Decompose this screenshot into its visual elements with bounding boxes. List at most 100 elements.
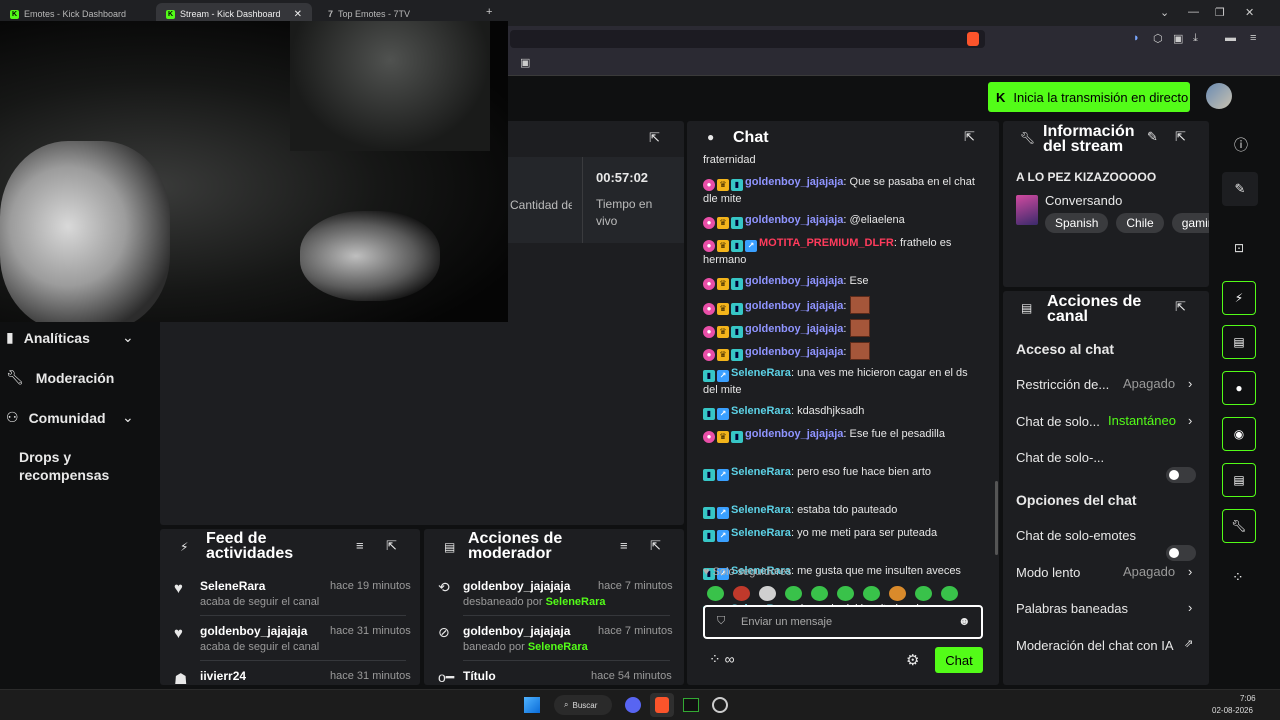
feed-item[interactable]: ☗ iivierr24 hace 31 minutos (160, 665, 420, 685)
badge-icon: ● (703, 217, 715, 229)
chat-username[interactable]: SeleneRara (731, 405, 791, 417)
tab-list-icon[interactable]: ⌄ (1160, 6, 1169, 19)
filter-icon[interactable]: ≡ (356, 538, 364, 553)
bookmark-icon[interactable]: ▣ (1173, 32, 1183, 45)
download-icon[interactable]: ⤓ (1193, 32, 1198, 45)
feed-item[interactable]: ♥ goldenboy_jajajaja hace 31 minutos acaba … (160, 620, 420, 664)
send-chat-button[interactable]: Chat (935, 647, 983, 673)
edit-icon[interactable]: ✎ (1147, 129, 1158, 145)
row-banned-words[interactable]: Palabras baneadas › (1016, 600, 1198, 618)
bookmark-item-icon[interactable]: ▣ (520, 56, 530, 69)
expand-icon[interactable]: ⇱ (964, 129, 975, 145)
chat-username[interactable]: goldenboy_jajajaja (745, 300, 843, 312)
emote-icon[interactable] (759, 586, 776, 601)
mod-action-item[interactable]: ⊘ goldenboy_jajajaja hace 7 minutos baneado… (424, 620, 684, 664)
emote-bar[interactable] (707, 586, 967, 604)
sidebar-item-community[interactable]: ⚇ Comunidad ⌄ (6, 409, 134, 426)
close-window-icon[interactable]: ✕ (1245, 6, 1254, 19)
chat-username[interactable]: goldenboy_jajajaja (745, 176, 843, 188)
badge-icon: ● (703, 349, 715, 361)
chat-username[interactable]: SeleneRara (731, 504, 791, 516)
tag-chip[interactable]: Chile (1116, 213, 1164, 233)
emote-icon[interactable] (915, 586, 932, 601)
camera-icon[interactable]: ⊡ (1234, 241, 1244, 255)
feed-item[interactable]: ♥ SeleneRara hace 19 minutos acaba de segui… (160, 575, 420, 619)
emote-icon[interactable] (837, 586, 854, 601)
filter-icon[interactable]: ≡ (620, 538, 628, 553)
moderator-name[interactable]: SeleneRara (528, 641, 588, 653)
emote-icon[interactable] (889, 586, 906, 601)
feed-time: hace 31 minutos (330, 625, 411, 637)
go-live-button[interactable]: K Inicia la transmisión en directo (988, 82, 1190, 112)
chat-username[interactable]: goldenboy_jajajaja (745, 214, 843, 226)
new-tab-icon[interactable]: + (486, 6, 492, 18)
chat-username[interactable]: SeleneRara (731, 527, 791, 539)
expand-icon[interactable]: ⇱ (1175, 299, 1186, 315)
chat-input-box[interactable]: ⛉ Enviar un mensaje ☻ (703, 605, 983, 639)
row-ai-moderation[interactable]: Moderación del chat con IA ⇗ (1016, 637, 1198, 655)
expand-icon[interactable]: ⇱ (650, 538, 661, 554)
kick-points-icon[interactable]: ⁘ (1232, 569, 1244, 586)
emote-icon[interactable] (863, 586, 880, 601)
notes-icon[interactable]: ▤ (1222, 325, 1256, 359)
chat-username[interactable]: SeleneRara (731, 466, 791, 478)
expand-icon[interactable]: ⇱ (386, 538, 397, 554)
chat-username[interactable]: MOTITA_PREMIUM_DLFR (759, 237, 894, 249)
sub-chat-toggle[interactable] (1166, 467, 1196, 483)
wallet-icon[interactable]: ▬ (1225, 32, 1236, 44)
emote-icon[interactable] (707, 586, 724, 601)
minimize-icon[interactable]: — (1188, 6, 1199, 18)
row-restriction[interactable]: Restricción de... Apagado › (1016, 376, 1198, 394)
stream-video-preview[interactable] (0, 21, 508, 322)
chat-input-placeholder[interactable]: Enviar un mensaje (741, 616, 832, 628)
obs-terminal-icon[interactable] (683, 698, 699, 712)
broadcast-icon[interactable]: ◉ (1222, 417, 1256, 451)
chat-username[interactable]: goldenboy_jajajaja (745, 275, 843, 287)
emote-icon[interactable] (733, 586, 750, 601)
avatar[interactable] (1206, 83, 1232, 109)
extensions-icon[interactable]: ⬡ (1153, 32, 1163, 45)
discord-icon[interactable] (625, 697, 641, 713)
sidebar-item-analytics[interactable]: ▮ Analíticas ⌄ (6, 329, 134, 346)
moderator-name[interactable]: SeleneRara (546, 596, 606, 608)
emote-only-toggle[interactable] (1166, 545, 1196, 561)
badge-icon: ▮ (731, 303, 743, 315)
info-icon[interactable]: ⓘ (1234, 135, 1248, 155)
sidebar-item-moderation[interactable]: 🔧︎ Moderación (6, 369, 114, 386)
chat-username[interactable]: goldenboy_jajajaja (745, 323, 843, 335)
emote-icon[interactable] (811, 586, 828, 601)
chat-icon[interactable]: ● (1222, 371, 1256, 405)
quick-actions-icon[interactable]: ⚡ (1222, 281, 1256, 315)
edit-panel-icon[interactable]: ✎ (1222, 172, 1258, 206)
taskbar-search[interactable]: ⌕ Buscar (554, 695, 612, 715)
mod-action-item[interactable]: ⟲ goldenboy_jajajaja hace 7 minutos desbane… (424, 575, 684, 619)
close-tab-icon[interactable]: ✕ (294, 9, 302, 20)
chat-username[interactable]: SeleneRara (731, 367, 791, 379)
emoji-picker-icon[interactable]: ☻ (958, 614, 971, 628)
mod-action-item[interactable]: o━ Título hace 54 minutos (424, 665, 684, 685)
expand-icon[interactable]: ⇱ (1175, 129, 1186, 145)
wrench-icon[interactable]: 🔧︎ (1222, 509, 1256, 543)
emote-icon[interactable] (785, 586, 802, 601)
row-slow-mode[interactable]: Modo lento Apagado › (1016, 564, 1198, 582)
brave-browser-icon[interactable] (655, 697, 669, 713)
tag-chip[interactable]: Spanish (1045, 213, 1109, 233)
emote-icon[interactable] (941, 586, 958, 601)
obs-icon[interactable] (712, 697, 728, 713)
kick-points-icon[interactable]: ⁘ ∞ (709, 651, 735, 668)
channel-icon[interactable]: ▤ (1222, 463, 1256, 497)
windows-start-icon[interactable] (524, 697, 540, 713)
tag-chip[interactable]: gamin (1171, 213, 1209, 233)
chat-username[interactable]: goldenboy_jajajaja (745, 346, 843, 358)
chat-scrollbar[interactable] (995, 481, 998, 555)
maximize-icon[interactable]: ❐ (1215, 6, 1225, 19)
address-input[interactable] (510, 30, 985, 48)
brave-shield-icon[interactable] (967, 32, 979, 46)
menu-icon[interactable]: ≡ (1250, 32, 1256, 44)
chat-username[interactable]: goldenboy_jajajaja (745, 428, 843, 440)
row-followers-chat[interactable]: Chat de solo... Instantáneo › (1016, 413, 1198, 431)
settings-gear-icon[interactable]: ⚙ (906, 651, 919, 669)
expand-icon[interactable]: ⇱ (649, 130, 660, 146)
sidebar-item-drops[interactable]: Drops y recompensas (19, 449, 160, 485)
speech-icon[interactable]: ◗ (1133, 32, 1140, 44)
